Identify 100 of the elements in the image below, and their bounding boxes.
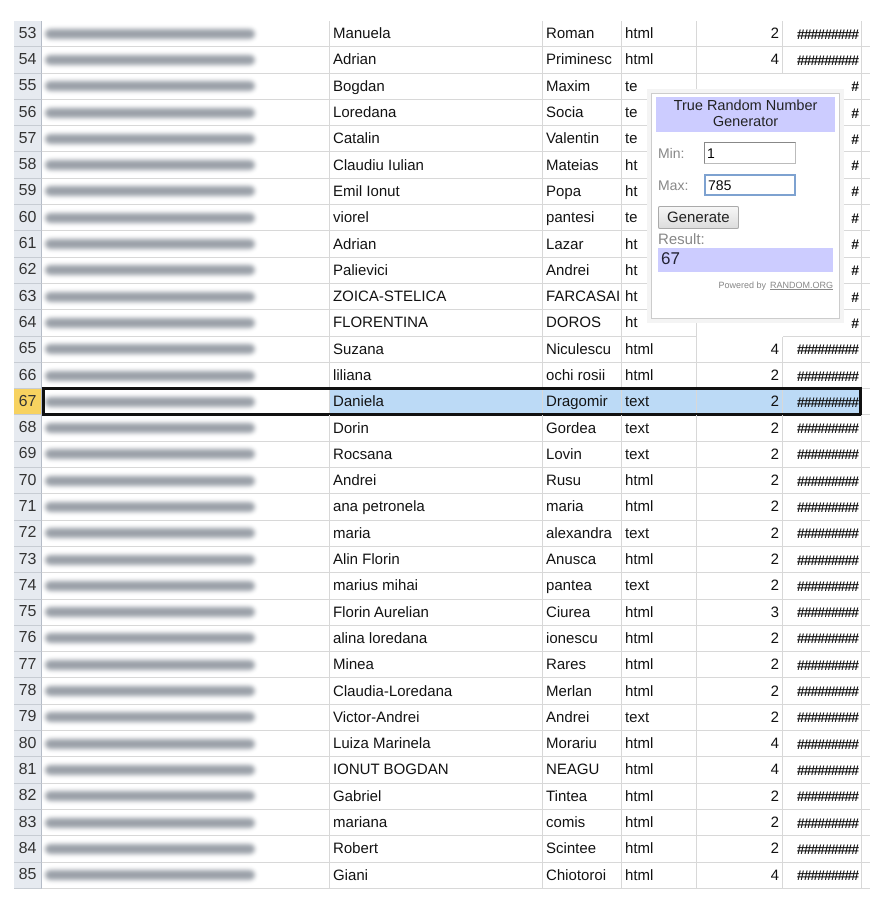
- table-cell: Lovin: [546, 446, 582, 463]
- table-cell: #: [851, 183, 858, 200]
- powered-by-text: Powered by: [718, 280, 766, 290]
- table-cell: te: [625, 130, 638, 148]
- table-cell: ochi rosii: [546, 367, 606, 384]
- table-cell: 2: [770, 577, 779, 594]
- result-value: 67: [658, 248, 833, 272]
- row-header[interactable]: 71: [14, 494, 42, 521]
- table-cell: html: [625, 630, 654, 647]
- table-cell: html: [625, 735, 654, 752]
- table-cell: marius mihai: [333, 577, 418, 594]
- row-header[interactable]: 72: [14, 520, 42, 547]
- table-cell: Rocsana: [333, 446, 392, 463]
- table-cell: 2: [770, 840, 779, 858]
- row-header[interactable]: 64: [14, 310, 42, 337]
- table-cell: 2: [770, 420, 779, 437]
- table-cell: Manuela: [333, 25, 391, 42]
- table-cell: #########: [796, 498, 858, 515]
- row-header[interactable]: 83: [14, 810, 42, 836]
- table-cell: Ciurea: [546, 604, 590, 621]
- row-header[interactable]: 69: [14, 442, 42, 468]
- row-header[interactable]: 62: [14, 258, 42, 284]
- table-cell: #: [851, 130, 858, 147]
- row-header[interactable]: 65: [14, 336, 42, 363]
- row-header[interactable]: 56: [14, 100, 42, 126]
- table-cell: html: [625, 551, 654, 568]
- table-cell: Roman: [546, 25, 594, 42]
- row-header[interactable]: 59: [14, 178, 42, 206]
- row-header[interactable]: 55: [14, 74, 42, 100]
- table-cell: Gordea: [546, 420, 596, 437]
- row-header[interactable]: 82: [14, 784, 42, 810]
- table-cell: maria: [333, 524, 371, 542]
- table-cell: Robert: [333, 840, 378, 858]
- table-cell: Merlan: [546, 682, 592, 700]
- table-cell: #########: [796, 840, 858, 857]
- table-cell: ht: [625, 156, 638, 174]
- table-cell: #########: [796, 552, 858, 568]
- row-header[interactable]: 79: [14, 704, 42, 732]
- row-header[interactable]: 78: [14, 678, 42, 705]
- table-cell: text: [625, 446, 650, 463]
- table-cell: 2: [770, 630, 779, 647]
- table-cell: Priminesc: [546, 51, 612, 68]
- table-cell: #########: [796, 762, 858, 778]
- link[interactable]: RANDOM.ORG: [770, 280, 833, 290]
- table-cell: #########: [796, 394, 858, 410]
- row-header[interactable]: 85: [14, 862, 42, 889]
- row-header[interactable]: 61: [14, 231, 42, 258]
- table-cell: Victor-Andrei: [333, 708, 420, 726]
- generate-button[interactable]: Generate: [658, 206, 739, 229]
- input-field[interactable]: 785: [704, 174, 796, 196]
- row-header[interactable]: 58: [14, 152, 42, 179]
- row-header[interactable]: 84: [14, 836, 42, 862]
- table-cell: 2: [770, 682, 779, 700]
- row-header[interactable]: 54: [14, 47, 42, 74]
- table-cell: #########: [796, 736, 858, 752]
- table-cell: Giani: [333, 866, 368, 884]
- row-header[interactable]: 73: [14, 546, 42, 574]
- input-field[interactable]: 1: [704, 142, 796, 164]
- row-header[interactable]: 74: [14, 573, 42, 600]
- table-cell: html: [625, 656, 654, 674]
- table-cell: 4: [770, 866, 779, 884]
- table-cell: ht: [625, 314, 638, 332]
- table-cell: #: [851, 210, 858, 226]
- table-cell: 2: [770, 788, 779, 805]
- table-cell: #########: [796, 604, 858, 620]
- table-cell: #########: [796, 578, 858, 594]
- row-header[interactable]: 80: [14, 731, 42, 758]
- row-header[interactable]: 81: [14, 757, 42, 784]
- row-header[interactable]: 70: [14, 468, 42, 494]
- table-cell: Andrei: [333, 472, 376, 490]
- table-cell: 2: [770, 498, 779, 516]
- row-header[interactable]: 57: [14, 126, 42, 152]
- table-cell: Chiotoroi: [546, 866, 606, 884]
- table-cell: #: [851, 288, 858, 305]
- row-header[interactable]: 66: [14, 362, 42, 390]
- table-cell: Niculescu: [546, 340, 612, 358]
- table-cell: ht: [625, 236, 638, 253]
- row-header[interactable]: 75: [14, 600, 42, 626]
- table-cell: 3: [770, 604, 779, 621]
- row-header[interactable]: 67: [14, 389, 42, 416]
- table-cell: 2: [770, 524, 779, 542]
- row-header[interactable]: 68: [14, 415, 42, 442]
- row-header[interactable]: 60: [14, 205, 42, 232]
- table-cell: Tintea: [546, 788, 588, 805]
- table-cell: 2: [770, 367, 779, 384]
- table-cell: 2: [770, 814, 779, 832]
- row-header[interactable]: 77: [14, 652, 42, 678]
- table-cell: Andrei: [546, 262, 590, 279]
- row-header[interactable]: 63: [14, 284, 42, 310]
- table-cell: #########: [796, 446, 858, 462]
- table-cell: Lazar: [546, 236, 584, 253]
- table-cell: Maxim: [546, 78, 590, 95]
- table-cell: NEAGU: [546, 761, 600, 778]
- table-cell: 4: [770, 340, 779, 358]
- row-header[interactable]: 53: [14, 21, 42, 48]
- row-header[interactable]: 76: [14, 626, 42, 652]
- table-cell: IONUT BOGDAN: [333, 761, 449, 778]
- result-label: Result:: [658, 231, 706, 248]
- table-cell: #########: [796, 368, 858, 384]
- table-cell: #: [851, 78, 858, 94]
